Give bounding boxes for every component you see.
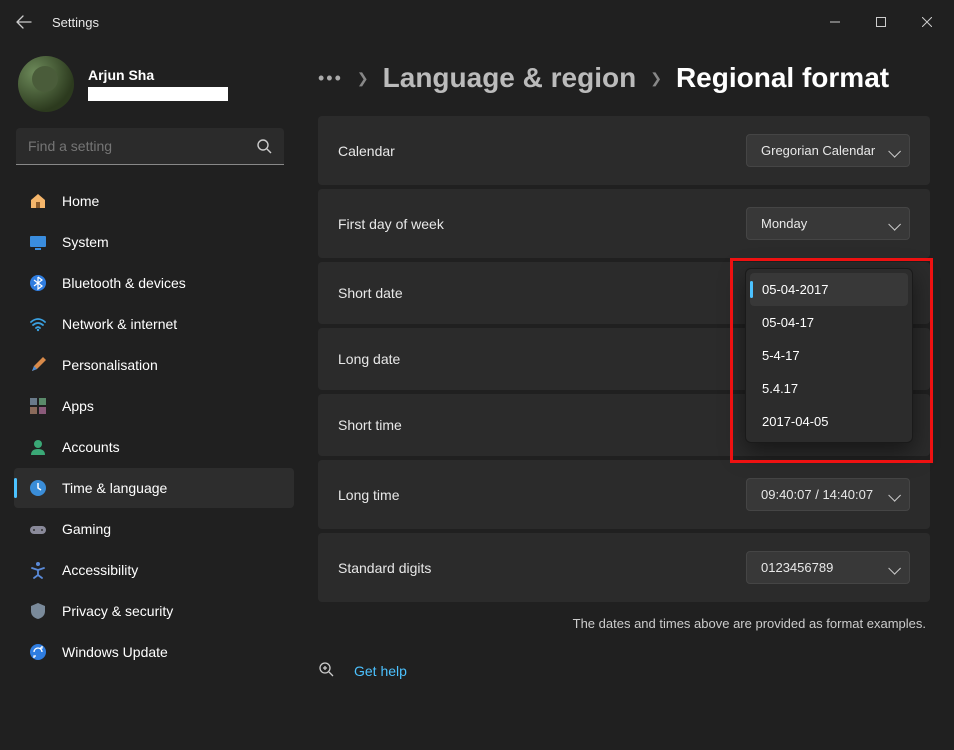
accessibility-icon [28, 560, 48, 580]
row-digits: Standard digits 0123456789 [318, 533, 930, 602]
nav-label: Accounts [62, 439, 120, 455]
maximize-button[interactable] [858, 6, 904, 38]
avatar [18, 56, 74, 112]
breadcrumb: ••• ❯ Language & region ❯ Regional forma… [318, 62, 930, 94]
label-digits: Standard digits [338, 560, 431, 576]
arrow-left-icon [16, 14, 32, 30]
nav-windows-update[interactable]: Windows Update [14, 632, 294, 672]
row-long-time: Long time 09:40:07 / 14:40:07 [318, 460, 930, 529]
apps-icon [28, 396, 48, 416]
get-help-link[interactable]: Get help [354, 663, 407, 679]
nav-personalisation[interactable]: Personalisation [14, 345, 294, 385]
nav-label: Windows Update [62, 644, 168, 660]
help-icon [318, 661, 338, 681]
nav-label: Time & language [62, 480, 167, 496]
nav-bluetooth[interactable]: Bluetooth & devices [14, 263, 294, 303]
help-row: Get help [318, 655, 930, 687]
close-button[interactable] [904, 6, 950, 38]
nav: Home System Bluetooth & devices Network … [14, 181, 294, 672]
flyout-option[interactable]: 05-04-2017 [750, 273, 908, 306]
dropdown-first-day[interactable]: Monday [746, 207, 910, 240]
update-icon [28, 642, 48, 662]
row-first-day: First day of week Monday [318, 189, 930, 258]
label-calendar: Calendar [338, 143, 395, 159]
nav-label: Network & internet [62, 316, 177, 332]
user-email-redacted [88, 87, 228, 101]
dropdown-digits[interactable]: 0123456789 [746, 551, 910, 584]
window-title: Settings [52, 15, 99, 30]
person-icon [28, 437, 48, 457]
nav-privacy[interactable]: Privacy & security [14, 591, 294, 631]
search-input[interactable] [16, 128, 284, 165]
shield-icon [28, 601, 48, 621]
profile[interactable]: Arjun Sha [14, 50, 294, 128]
short-date-flyout: 05-04-2017 05-04-17 5-4-17 5.4.17 2017-0… [745, 268, 913, 443]
label-long-date: Long date [338, 351, 400, 367]
nav-label: Home [62, 193, 99, 209]
flyout-option[interactable]: 2017-04-05 [750, 405, 908, 438]
nav-time-language[interactable]: Time & language [14, 468, 294, 508]
breadcrumb-current: Regional format [676, 62, 889, 94]
flyout-option[interactable]: 5-4-17 [750, 339, 908, 372]
nav-accounts[interactable]: Accounts [14, 427, 294, 467]
label-first-day: First day of week [338, 216, 444, 232]
chevron-right-icon: ❯ [357, 70, 369, 87]
dropdown-calendar[interactable]: Gregorian Calendar [746, 134, 910, 167]
row-calendar: Calendar Gregorian Calendar [318, 116, 930, 185]
label-short-date: Short date [338, 285, 403, 301]
chevron-right-icon: ❯ [650, 70, 662, 87]
brush-icon [28, 355, 48, 375]
nav-home[interactable]: Home [14, 181, 294, 221]
nav-label: Personalisation [62, 357, 158, 373]
nav-label: Accessibility [62, 562, 138, 578]
dropdown-long-time[interactable]: 09:40:07 / 14:40:07 [746, 478, 910, 511]
breadcrumb-overflow[interactable]: ••• [318, 68, 343, 89]
label-long-time: Long time [338, 487, 399, 503]
label-short-time: Short time [338, 417, 402, 433]
flyout-option[interactable]: 05-04-17 [750, 306, 908, 339]
home-icon [28, 191, 48, 211]
nav-system[interactable]: System [14, 222, 294, 262]
sidebar: Arjun Sha Home System Bluetooth & device… [0, 44, 300, 750]
nav-network[interactable]: Network & internet [14, 304, 294, 344]
breadcrumb-parent[interactable]: Language & region [383, 62, 637, 94]
nav-gaming[interactable]: Gaming [14, 509, 294, 549]
system-icon [28, 232, 48, 252]
back-button[interactable] [4, 2, 44, 42]
window-controls [812, 6, 950, 38]
nav-apps[interactable]: Apps [14, 386, 294, 426]
nav-accessibility[interactable]: Accessibility [14, 550, 294, 590]
bluetooth-icon [28, 273, 48, 293]
search-wrap [16, 128, 284, 165]
nav-label: Bluetooth & devices [62, 275, 186, 291]
nav-label: Privacy & security [62, 603, 173, 619]
clock-globe-icon [28, 478, 48, 498]
gamepad-icon [28, 519, 48, 539]
wifi-icon [28, 314, 48, 334]
footer-note: The dates and times above are provided a… [318, 616, 926, 631]
flyout-option[interactable]: 5.4.17 [750, 372, 908, 405]
search-icon [256, 138, 272, 159]
titlebar: Settings [0, 0, 954, 44]
nav-label: Apps [62, 398, 94, 414]
minimize-button[interactable] [812, 6, 858, 38]
nav-label: Gaming [62, 521, 111, 537]
user-name: Arjun Sha [88, 67, 228, 83]
nav-label: System [62, 234, 109, 250]
